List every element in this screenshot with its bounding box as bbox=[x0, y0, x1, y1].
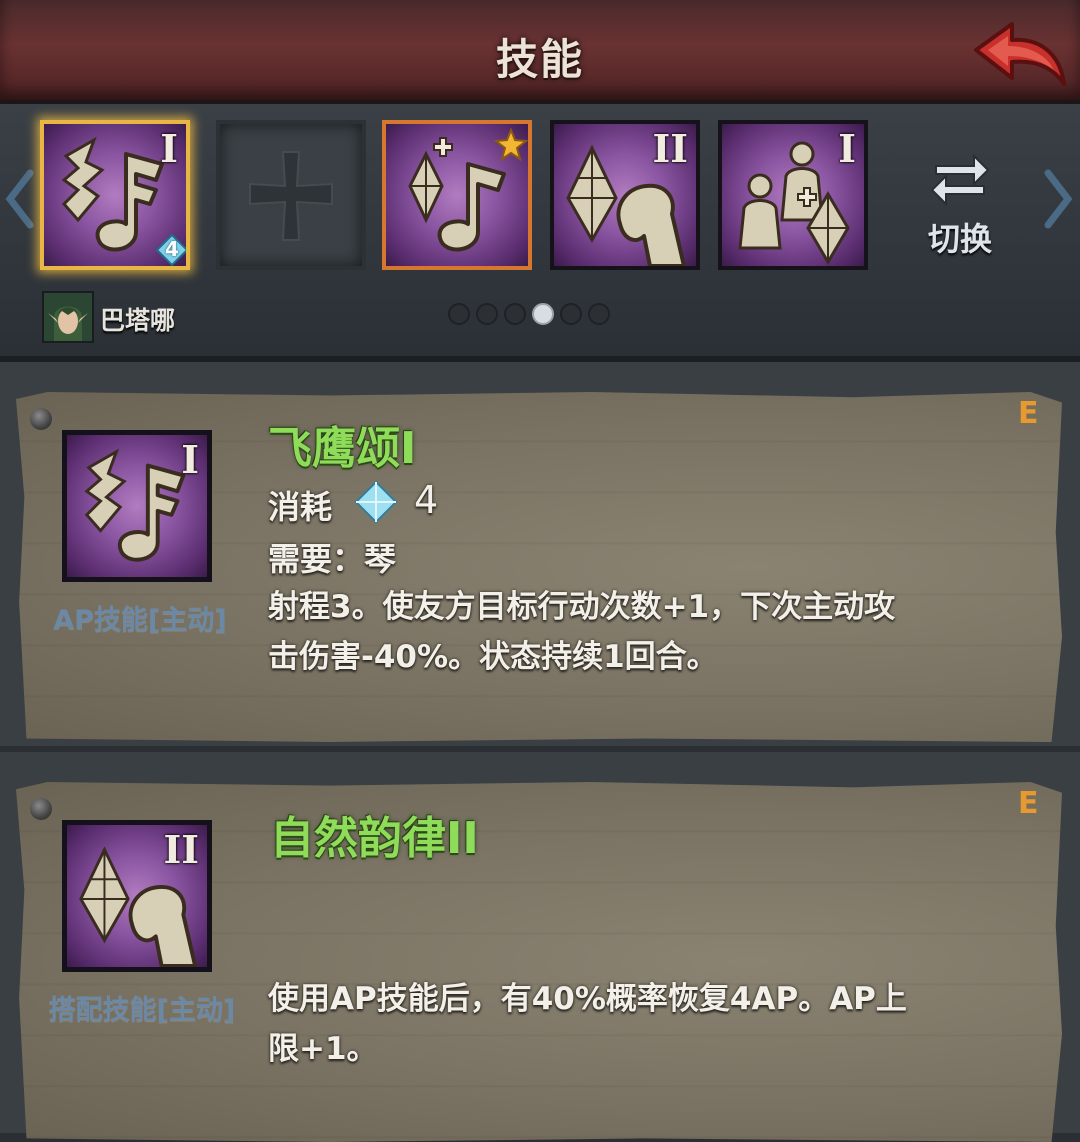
page-dot[interactable] bbox=[560, 303, 582, 325]
description-line: 击伤害-40%。状态持续1回合。 bbox=[268, 639, 718, 675]
page-dot-active[interactable] bbox=[532, 303, 554, 325]
description-line: 射程3。使友方目标行动次数+1，下次主动攻 bbox=[268, 589, 896, 625]
requirement-text: 需要：琴 bbox=[268, 540, 397, 578]
switch-label: 切换 bbox=[927, 220, 992, 258]
skill-name: 自然韵律II bbox=[270, 813, 479, 864]
cost-label: 消耗 bbox=[268, 488, 333, 526]
hero-name: 巴塔哪 bbox=[100, 306, 176, 335]
skill-strip: I 4 II I 切换 巴塔哪 bbox=[0, 104, 1080, 362]
skill-detail-panel-1: E I AP技能[主动] 飞鹰颂I 消耗 4 需要：琴 射程3。使友方目标行动次… bbox=[0, 362, 1080, 746]
elf-portrait-icon bbox=[44, 293, 92, 341]
skill-slot-5[interactable]: I bbox=[718, 120, 868, 270]
pin-icon bbox=[30, 408, 52, 430]
rank-label: E bbox=[1018, 786, 1039, 821]
back-button[interactable] bbox=[968, 20, 1068, 92]
page-title: 技能 bbox=[495, 35, 584, 84]
skill-icon-large: I bbox=[62, 430, 212, 582]
skill-icon-large: II bbox=[62, 820, 212, 972]
page-dot[interactable] bbox=[504, 303, 526, 325]
pin-icon bbox=[30, 798, 52, 820]
cost-row: 消耗 4 bbox=[268, 478, 568, 528]
swap-arrows-icon bbox=[930, 153, 990, 206]
cost-value: 4 bbox=[414, 478, 439, 522]
skill-description: 使用AP技能后，有40%概率恢复4AP。AP上 限+1。 bbox=[268, 974, 1038, 1074]
empty-slot-cross-icon bbox=[249, 151, 333, 241]
rank-label: E bbox=[1018, 396, 1039, 431]
ap-cost-badge: 4 bbox=[155, 233, 186, 266]
skill-name: 飞鹰颂I bbox=[268, 423, 417, 474]
skill-detail-panel-2: E II 搭配技能[主动] 自然韵律II 使用AP技能后，有40%概率恢复4AP… bbox=[0, 752, 1080, 1142]
page-dot[interactable] bbox=[448, 303, 470, 325]
description-line: 限+1。 bbox=[268, 1031, 378, 1067]
skill-level-label: II bbox=[163, 827, 199, 872]
skill-slot-3[interactable] bbox=[382, 120, 532, 270]
skill-slot-empty[interactable] bbox=[216, 120, 366, 270]
page-dot[interactable] bbox=[476, 303, 498, 325]
skill-level-label: I bbox=[160, 126, 178, 171]
description-line: 使用AP技能后，有40%概率恢复4AP。AP上 bbox=[268, 981, 907, 1017]
skill-slot-4[interactable]: II bbox=[550, 120, 700, 270]
ap-cost-value: 4 bbox=[165, 237, 179, 261]
star-icon bbox=[494, 128, 528, 162]
chevron-right-icon[interactable] bbox=[1044, 169, 1074, 229]
skill-level-label: I bbox=[838, 126, 856, 171]
chevron-left-icon[interactable] bbox=[4, 169, 34, 229]
top-bar: 技能 bbox=[0, 0, 1080, 104]
skill-type-label: AP技能[主动] bbox=[53, 605, 227, 636]
hero-avatar[interactable] bbox=[42, 291, 94, 343]
skill-slot-1[interactable]: I 4 bbox=[40, 120, 190, 270]
page-dot[interactable] bbox=[588, 303, 610, 325]
skill-description: 射程3。使友方目标行动次数+1，下次主动攻 击伤害-40%。状态持续1回合。 bbox=[268, 582, 1038, 682]
switch-button[interactable]: 切换 bbox=[910, 144, 1010, 274]
skill-level-label: II bbox=[652, 126, 688, 171]
skill-type-label: 搭配技能[主动] bbox=[48, 995, 236, 1026]
ap-crystal-icon bbox=[354, 480, 398, 524]
back-arrow-icon bbox=[974, 22, 1066, 86]
skill-level-label: I bbox=[181, 437, 199, 482]
